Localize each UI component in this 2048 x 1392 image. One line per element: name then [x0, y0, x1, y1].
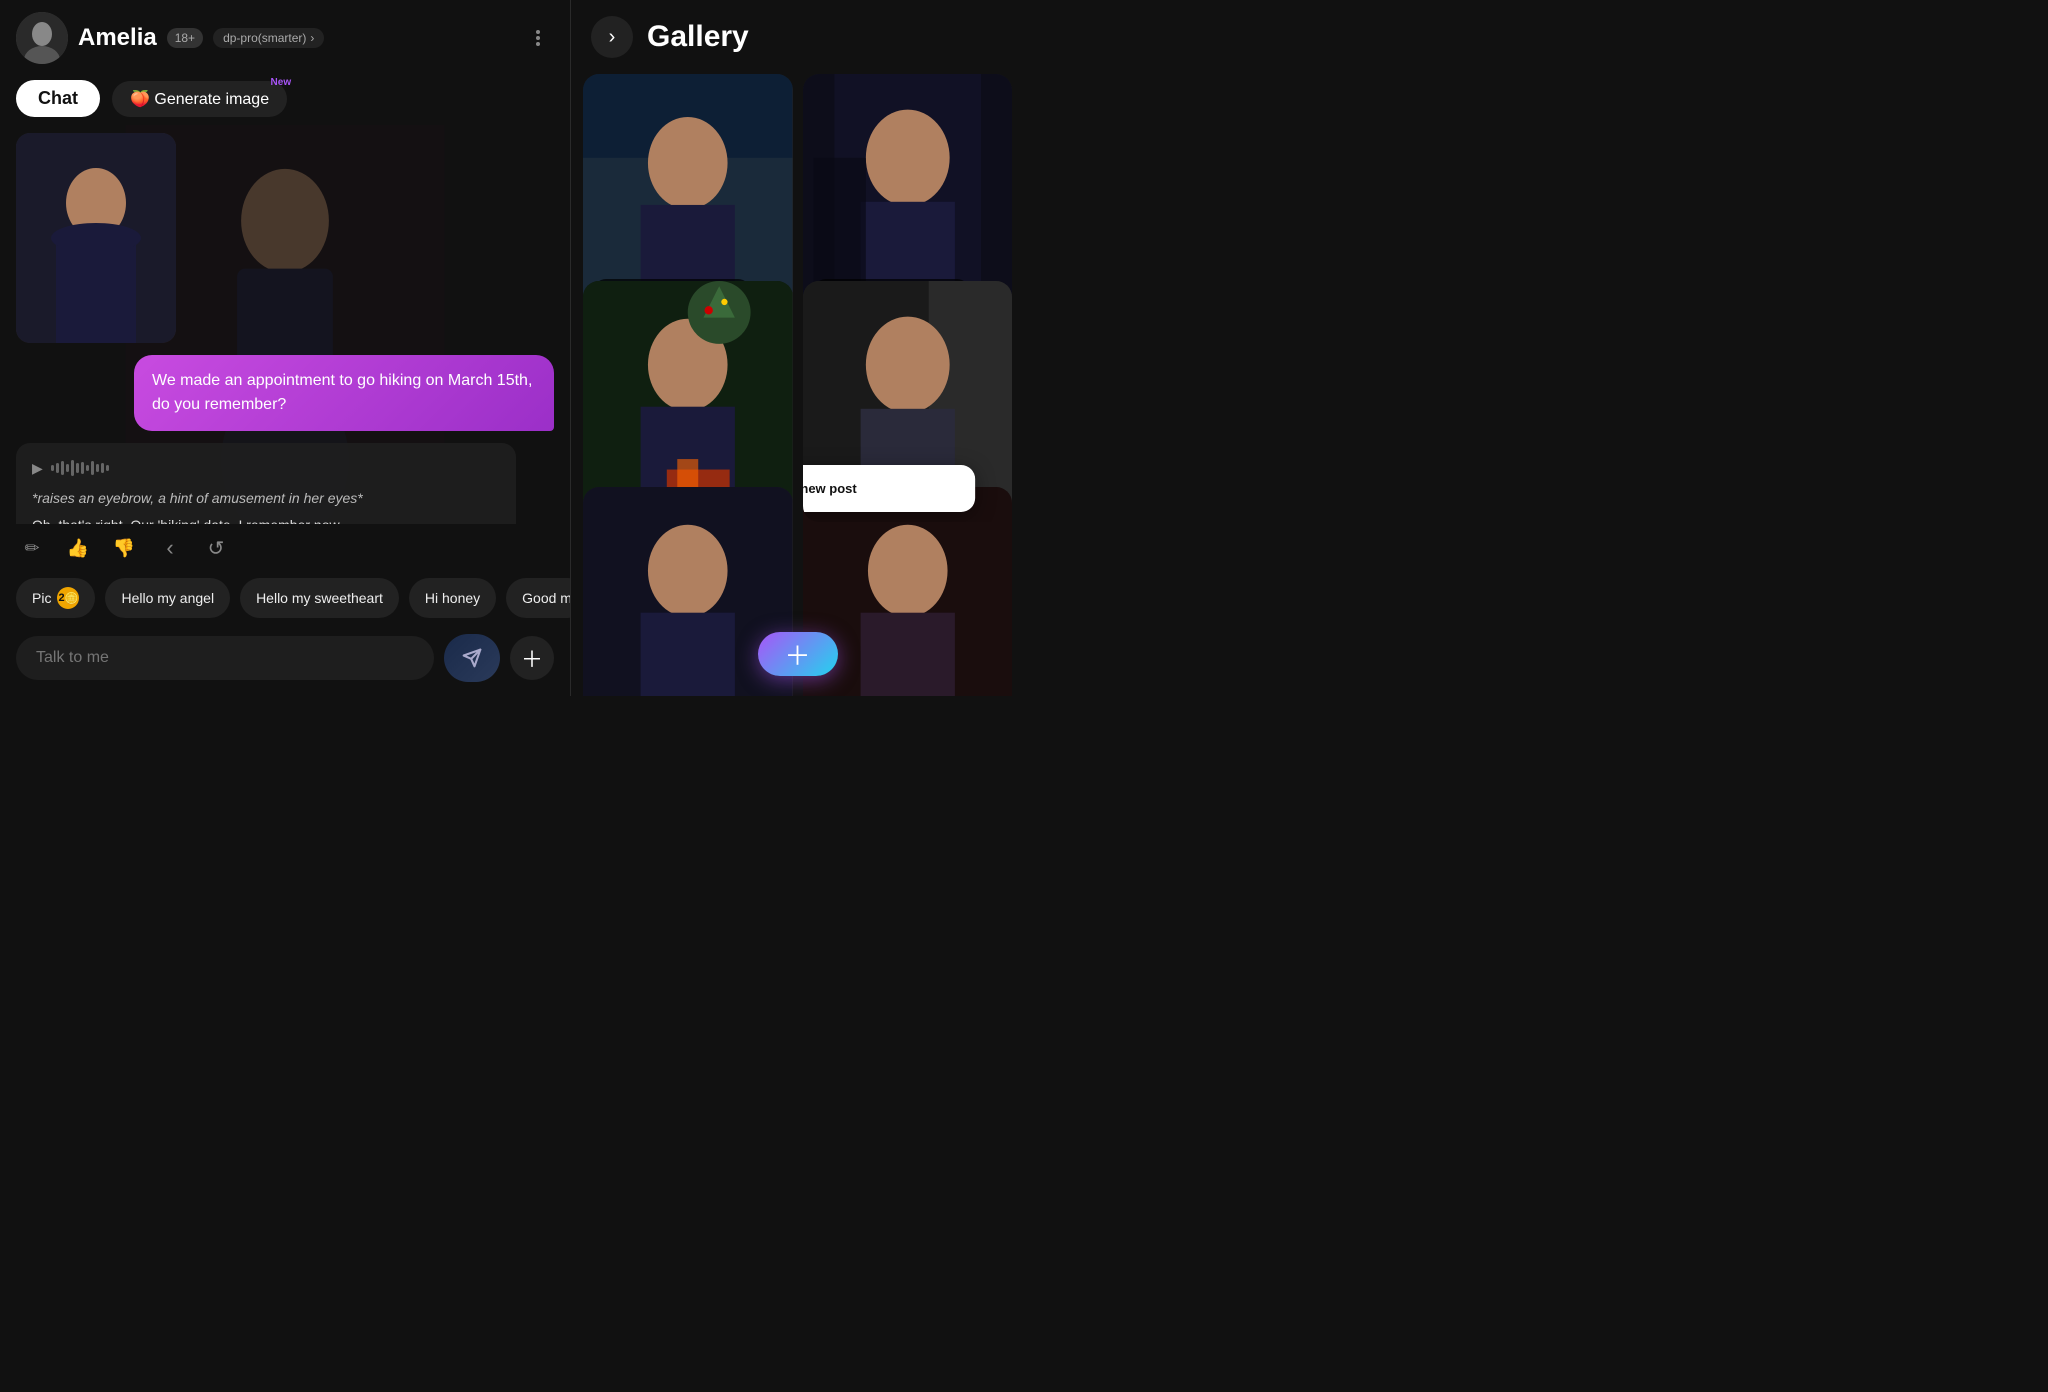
- left-panel: Amelia 18+ dp-pro(smarter) › Chat 🍑 Gene…: [0, 0, 570, 696]
- chat-messages: We made an appointment to go hiking on M…: [16, 125, 554, 524]
- edit-button[interactable]: ✏: [16, 532, 48, 564]
- ai-message: ▶ *raises an eyebrow, a hint of amusemen…: [16, 443, 516, 524]
- character-name: Amelia: [78, 24, 157, 52]
- quick-reply-angel[interactable]: Hello my angel: [105, 578, 230, 618]
- tab-bar: Chat 🍑 Generate image New: [0, 76, 570, 125]
- age-badge: 18+: [167, 28, 203, 48]
- thumbs-down-button[interactable]: 👎: [108, 532, 140, 564]
- quick-reply-sweetheart[interactable]: Hello my sweetheart: [240, 578, 399, 618]
- gallery-back-button[interactable]: ›: [591, 16, 633, 58]
- compose-tooltip: 🃏 Compose new post: [803, 465, 976, 512]
- more-options-button[interactable]: [522, 22, 554, 54]
- add-button[interactable]: ＋: [510, 636, 554, 680]
- ai-text-line1: *raises an eyebrow, a hint of amusement …: [32, 487, 500, 509]
- model-badge[interactable]: dp-pro(smarter) ›: [213, 28, 324, 48]
- new-badge: New: [271, 77, 292, 88]
- add-gallery-button[interactable]: ＋: [758, 632, 838, 676]
- gallery-title: Gallery: [647, 20, 749, 54]
- user-message-bubble: We made an appointment to go hiking on M…: [134, 355, 554, 431]
- action-bar: ✏ 👍 👎 ‹ ↺: [0, 524, 570, 572]
- play-icon[interactable]: ▶: [32, 457, 43, 479]
- right-panel: › Gallery 🔒 3 images for 12 🪙: [571, 0, 1024, 696]
- compose-label: Compose new post: [803, 481, 857, 496]
- chat-area: We made an appointment to go hiking on M…: [0, 125, 570, 524]
- quick-reply-pic[interactable]: Pic 2🪙: [16, 578, 95, 618]
- gallery-wrapper: 🔒 3 images for 12 🪙 🔒: [571, 74, 1024, 696]
- pic-badge: 2🪙: [57, 587, 79, 609]
- quick-reply-good-morning[interactable]: Good m: [506, 578, 570, 618]
- gallery-header: › Gallery: [571, 0, 1024, 74]
- gallery-item-3[interactable]: [583, 281, 793, 522]
- ai-text-line2: Oh, that's right. Our 'hiking' date. I r…: [32, 514, 500, 524]
- avatar: [16, 12, 68, 64]
- back-button[interactable]: ‹: [154, 532, 186, 564]
- gallery-item-1[interactable]: 🔒 3 images for 12 🪙: [583, 74, 793, 315]
- gallery-grid: 🔒 3 images for 12 🪙 🔒: [571, 74, 1024, 696]
- gallery-item-2[interactable]: 🔒 5 images for 12 🪙: [803, 74, 1013, 315]
- thumbs-up-button[interactable]: 👍: [62, 532, 94, 564]
- input-bar: ＋: [0, 624, 570, 696]
- gallery-item-4[interactable]: 🃏 Compose new post 5 images for 10🪙: [803, 281, 1013, 522]
- tab-generate-image[interactable]: 🍑 Generate image New: [112, 81, 287, 117]
- voice-row: ▶: [32, 457, 500, 479]
- waveform: [51, 460, 109, 476]
- quick-replies: Pic 2🪙 Hello my angel Hello my sweethear…: [0, 572, 570, 624]
- header: Amelia 18+ dp-pro(smarter) ›: [0, 0, 570, 76]
- refresh-button[interactable]: ↺: [200, 532, 232, 564]
- quick-reply-honey[interactable]: Hi honey: [409, 578, 496, 618]
- tab-chat[interactable]: Chat: [16, 80, 100, 117]
- image-message: [16, 133, 176, 343]
- chat-input[interactable]: [16, 636, 434, 680]
- send-button[interactable]: [444, 634, 500, 682]
